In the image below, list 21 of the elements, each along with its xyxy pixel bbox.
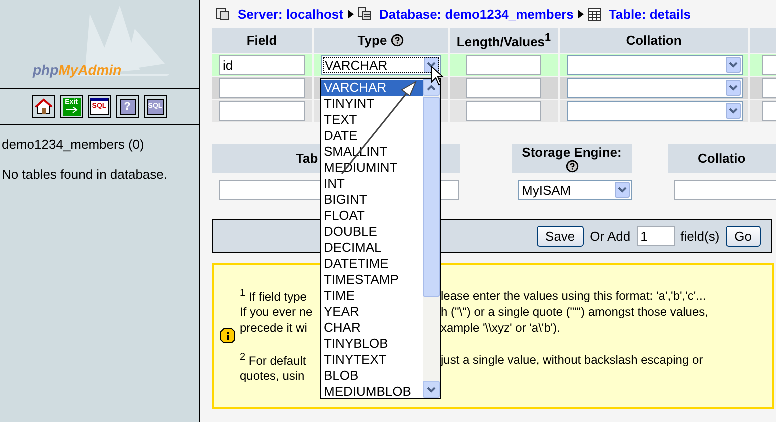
note-text: h ("\") or a single quote ("'") amongst those values, <box>441 305 708 319</box>
note-text: xample '\\xyz' or 'a\'b'). <box>441 321 560 335</box>
column-header: Field <box>212 28 312 53</box>
note-text: If you ever ne <box>240 305 314 319</box>
note-text: just a single value, without backslash escaping or <box>441 353 704 367</box>
note-text: lease enter the values using this format: 'a','b','c'... <box>441 289 706 303</box>
column-header: Length/Values$^{1}$ <box>450 28 558 53</box>
column-header: Type <box>314 28 448 53</box>
or-add-label: Or Add <box>590 228 631 244</box>
note-text: precede it wi <box>240 321 308 335</box>
logo-text: phpMyAdmin <box>33 62 122 78</box>
note-text: $^{2}$ For default <box>240 352 308 368</box>
fields-label: field(s) <box>680 228 720 244</box>
collation-label: Collatio <box>698 151 746 166</box>
help-icon: ? <box>120 98 136 114</box>
engine-label: Storage Engine: <box>522 144 622 160</box>
comments-label: Tab <box>296 151 318 166</box>
empty-message: No tables found in database. <box>2 167 169 182</box>
note-text: $^{1}$ If field type <box>240 288 308 304</box>
note-text: quotes, usin <box>240 369 306 383</box>
column-header: Collation <box>560 28 748 53</box>
